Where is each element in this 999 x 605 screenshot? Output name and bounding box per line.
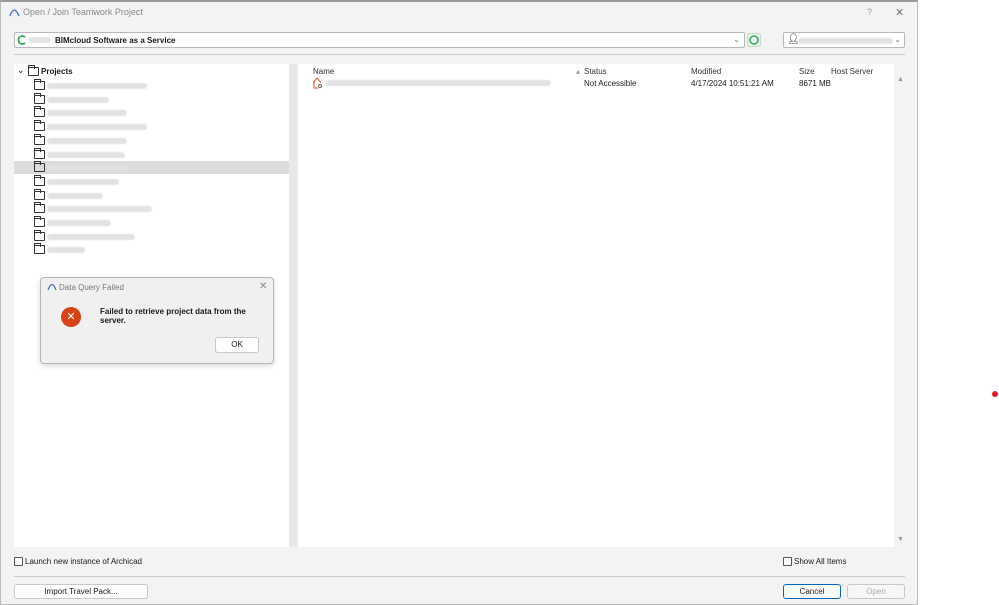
close-button[interactable]: ✕ [895, 6, 904, 19]
tree-folder-item[interactable] [14, 202, 289, 215]
tree-folder-item[interactable] [14, 216, 289, 229]
column-size[interactable]: Size [799, 67, 815, 76]
folder-icon [34, 243, 45, 255]
dialog-message: Failed to retrieve project data from the… [100, 307, 246, 325]
tree-folder-item[interactable] [14, 147, 289, 161]
chevron-down-icon[interactable]: ⌄ [17, 65, 25, 76]
project-home-icon [312, 77, 322, 89]
tree-folder-item[interactable] [14, 92, 289, 106]
refresh-icon [749, 35, 759, 45]
tree-folder-item[interactable] [14, 106, 289, 119]
help-button[interactable]: ? [867, 7, 872, 17]
folder-icon [34, 174, 45, 186]
column-modified[interactable]: Modified [691, 67, 721, 76]
red-marker-dot [992, 391, 998, 397]
folder-icon [34, 92, 45, 104]
import-travel-pack-button[interactable]: Import Travel Pack... [14, 584, 148, 599]
tree-folder-item[interactable] [14, 188, 289, 202]
error-icon: ✕ [61, 307, 81, 327]
scrollbar[interactable]: ▲ ▼ [894, 64, 906, 547]
archicad-logo-icon [47, 283, 57, 291]
server-combobox[interactable]: BIMcloud Software as a Service ⌄ [14, 32, 745, 48]
folder-icon [34, 106, 45, 118]
tree-folder-item[interactable] [14, 133, 289, 147]
divider [14, 54, 905, 55]
splitter[interactable] [289, 64, 298, 547]
server-name: BIMcloud Software as a Service [55, 36, 176, 45]
file-row[interactable]: Not Accessible 4/17/2024 10:51:21 AM 867… [298, 77, 894, 90]
server-status-icon [17, 35, 26, 45]
tree-folder-item[interactable] [14, 174, 289, 188]
tree-folder-item[interactable] [14, 79, 289, 92]
open-join-teamwork-window: Open / Join Teamwork Project ? ✕ BIMclou… [0, 0, 918, 605]
folder-icon [34, 202, 45, 214]
folder-icon [34, 216, 45, 227]
folder-icon [34, 79, 45, 90]
file-size: 8671 MB [799, 79, 832, 88]
folder-icon [28, 65, 39, 76]
folder-icon [34, 133, 45, 145]
column-host-server[interactable]: Host Server [831, 67, 873, 76]
divider [14, 576, 905, 577]
archicad-logo-icon [9, 9, 20, 17]
chevron-down-icon: ⌄ [733, 35, 740, 44]
tree-folder-item[interactable] [14, 161, 289, 175]
dialog-title: Data Query Failed [59, 283, 124, 292]
scroll-up-icon[interactable]: ▲ [897, 76, 904, 83]
open-button[interactable]: Open [847, 584, 905, 599]
tree-folder-item[interactable] [14, 243, 289, 256]
error-dialog: Data Query Failed ✕ ✕ Failed to retrieve… [40, 277, 274, 364]
window-title: Open / Join Teamwork Project [23, 7, 143, 17]
tree-root-projects[interactable]: ⌄ Projects [14, 65, 289, 78]
cancel-button[interactable]: Cancel [783, 584, 841, 599]
show-all-items-label: Show All Items [794, 557, 847, 566]
chevron-down-icon: ⌄ [894, 35, 901, 44]
user-combobox[interactable]: 👤︎ ⌄ [783, 32, 905, 48]
column-name[interactable]: Name [313, 67, 334, 76]
dialog-ok-button[interactable]: OK [215, 337, 259, 353]
tree-folder-item[interactable] [14, 120, 289, 133]
scroll-down-icon[interactable]: ▼ [897, 536, 904, 543]
folder-icon [34, 229, 45, 241]
column-status[interactable]: Status [584, 67, 607, 76]
tree-folder-item[interactable] [14, 229, 289, 243]
file-status: Not Accessible [584, 79, 637, 88]
launch-new-instance-checkbox[interactable] [14, 557, 23, 566]
folder-icon [34, 120, 45, 132]
refresh-button[interactable] [747, 33, 761, 47]
launch-new-instance-label: Launch new instance of Archicad [25, 557, 142, 566]
folder-icon [34, 147, 45, 159]
folder-icon [34, 161, 45, 173]
file-list[interactable]: Name ▴ Status Modified Size Host Server … [298, 64, 894, 547]
dialog-close-button[interactable]: ✕ [259, 281, 267, 292]
tree-root-label: Projects [41, 67, 73, 76]
file-modified: 4/17/2024 10:51:21 AM [691, 79, 774, 88]
sort-ascending-icon: ▴ [576, 67, 581, 76]
show-all-items-checkbox[interactable] [783, 557, 792, 566]
folder-icon [34, 188, 45, 200]
